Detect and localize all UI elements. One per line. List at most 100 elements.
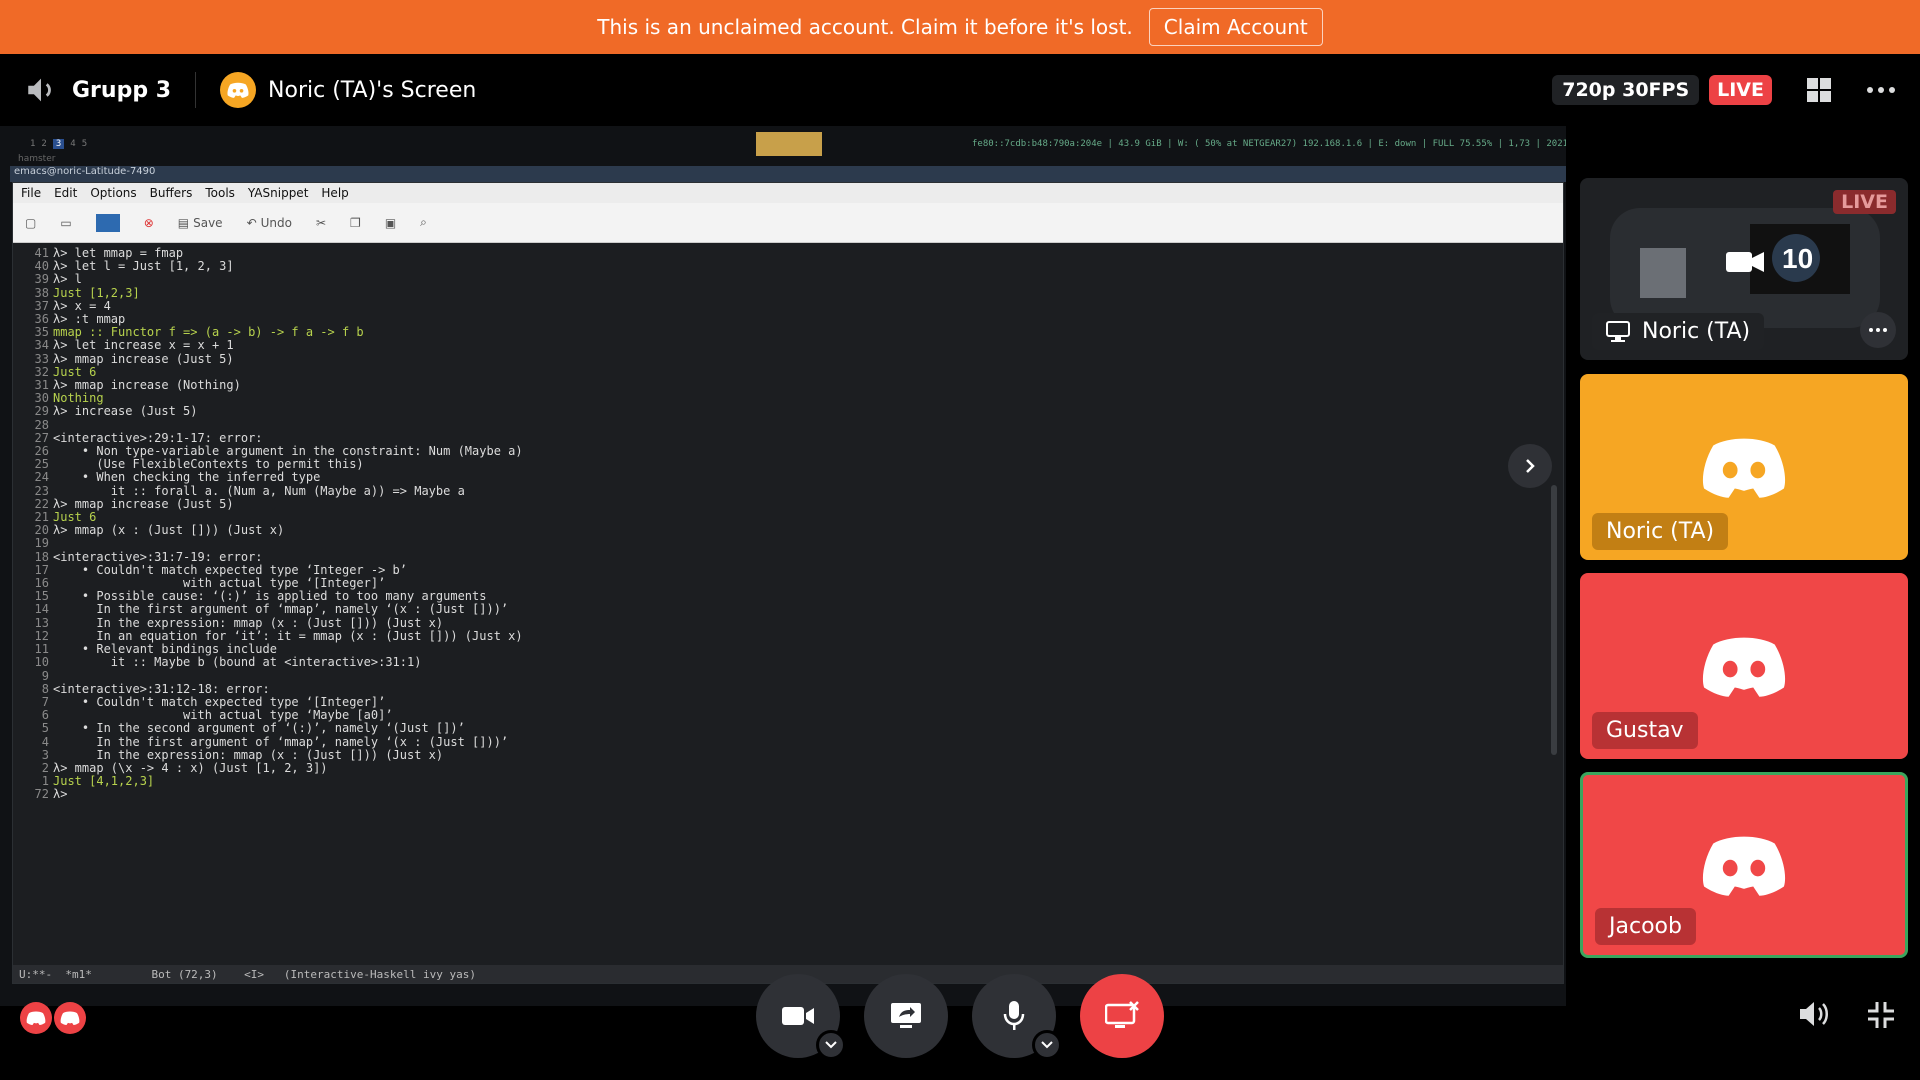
menu-options[interactable]: Options: [90, 186, 136, 200]
chevron-down-icon: [1041, 1041, 1053, 1049]
participant-name: Noric (TA): [1592, 513, 1729, 550]
undo-button[interactable]: ↶ Undo: [247, 216, 292, 230]
volume-icon[interactable]: [1798, 1000, 1830, 1028]
line-text: λ> let mmap = fmap: [53, 246, 184, 260]
line-text: • In the second argument of ‘(:)’, namel…: [53, 721, 465, 736]
code-line: 30 Nothing: [23, 392, 1553, 405]
workspace-5: 5: [81, 139, 88, 149]
search-icon[interactable]: ⌕: [420, 215, 427, 230]
haskell-repl-buffer[interactable]: 41 λ> let mmap = fmap 40 λ> let l = Just [1…: [13, 245, 1553, 965]
line-number: 9: [41, 668, 49, 683]
stream-preview-tile[interactable]: 10 LIVE Noric (TA): [1580, 178, 1908, 360]
live-badge: LIVE: [1709, 75, 1772, 105]
stream-tile-more-button[interactable]: [1860, 312, 1896, 348]
stop-screen-share-icon: [1105, 1001, 1139, 1028]
menu-file[interactable]: File: [21, 186, 41, 200]
new-file-icon[interactable]: ▢: [25, 216, 36, 230]
code-line: 31 λ> mmap increase (Nothing): [23, 378, 1553, 393]
workspace-2: 2: [41, 139, 47, 149]
screen-share-icon: [891, 1003, 921, 1028]
camera-button[interactable]: [756, 974, 846, 1060]
line-text: Nothing: [53, 391, 104, 406]
workspace-3: 3: [52, 139, 65, 149]
microphone-options-button[interactable]: [1032, 1030, 1062, 1060]
line-text: λ> increase (Just 5): [53, 404, 198, 419]
viewer-avatar: [20, 1002, 52, 1034]
camera-options-button[interactable]: [816, 1030, 846, 1060]
more-options-icon: [1869, 328, 1887, 332]
line-text: with actual type ‘Maybe [a0]’: [53, 708, 393, 723]
paste-icon[interactable]: ▣: [385, 216, 396, 230]
line-number: 23: [34, 483, 49, 498]
line-text: In the first argument of ‘mmap’, namely …: [53, 602, 509, 617]
viewer-avatar: [54, 1002, 86, 1034]
banner-text: This is an unclaimed account. Claim it b…: [597, 15, 1133, 39]
line-number: 18: [34, 549, 49, 564]
grid-layout-icon[interactable]: [1806, 77, 1832, 103]
menu-help[interactable]: Help: [321, 186, 348, 200]
share-screen-button[interactable]: [864, 974, 948, 1058]
view-controls: [1798, 1000, 1896, 1030]
emacs-toolbar: ▢ ▭ ⊗ ▤ Save ↶ Undo ✂ ❐ ▣ ⌕: [13, 203, 1563, 243]
code-line: 38 Just [1,2,3]: [23, 285, 1553, 300]
code-line: 32 Just 6: [23, 364, 1553, 379]
line-text: λ>: [53, 787, 68, 802]
participant-tile-jacoob[interactable]: Jacoob: [1580, 772, 1908, 958]
undo-icon: ↶: [246, 215, 257, 230]
menu-edit[interactable]: Edit: [54, 186, 77, 200]
window-title: emacs@noric-Latitude-7490: [10, 166, 1566, 182]
save-button[interactable]: ▤ Save: [178, 216, 223, 230]
stream-quality-badge: 720p 30FPS: [1552, 75, 1700, 105]
emacs-menubar: File Edit Options Buffers Tools YASnippe…: [13, 183, 1563, 203]
microphone-icon: [1003, 1001, 1025, 1030]
line-number: 19: [34, 536, 49, 551]
code-line: 23 it :: forall a. (Num a, Num (Maybe a)…: [23, 483, 1553, 498]
code-line: 39 λ> l: [23, 273, 1553, 286]
line-text: Just 6: [53, 510, 97, 525]
line-text: λ> x = 4: [53, 298, 111, 313]
participant-tile-noric[interactable]: Noric (TA): [1580, 374, 1908, 560]
code-line: 20 λ> mmap (x : (Just [])) (Just x): [23, 524, 1553, 537]
buffer-scrollbar[interactable]: [1551, 485, 1557, 755]
discord-avatar-icon: [1702, 438, 1786, 498]
line-text: (Use FlexibleContexts to permit this): [53, 457, 364, 472]
discord-logo-icon: [26, 1011, 46, 1025]
line-text: Just [4,1,2,3]: [53, 774, 155, 789]
unclaimed-account-banner: This is an unclaimed account. Claim it b…: [0, 0, 1920, 54]
viewer-avatars: [20, 1002, 86, 1034]
line-text: • Possible cause: ‘(:)’ is applied to to…: [53, 589, 487, 604]
monitor-icon: [1606, 320, 1630, 342]
dired-icon[interactable]: [95, 213, 120, 232]
line-number: 13: [34, 615, 49, 630]
stop-streaming-button[interactable]: [1080, 974, 1164, 1058]
line-text: • Couldn't match expected type ‘Integer …: [53, 562, 408, 577]
cut-icon[interactable]: ✂: [316, 216, 326, 230]
line-text: • Non type-variable argument in the cons…: [53, 444, 523, 459]
next-stream-button[interactable]: [1508, 444, 1552, 488]
save-icon: ▤: [177, 215, 190, 230]
more-options-icon[interactable]: [1866, 86, 1896, 94]
menu-yasnippet[interactable]: YASnippet: [248, 186, 309, 200]
channel-name: Grupp 3: [72, 77, 172, 103]
line-text: λ> l: [53, 272, 82, 287]
line-number: 38: [34, 285, 49, 300]
emacs-window: File Edit Options Buffers Tools YASnippe…: [12, 182, 1564, 984]
line-text: λ> :t mmap: [53, 312, 126, 327]
participant-tile-gustav[interactable]: Gustav: [1580, 573, 1908, 759]
menu-tools[interactable]: Tools: [205, 186, 235, 200]
code-line: 29 λ> increase (Just 5): [23, 405, 1553, 418]
participant-name: Gustav: [1592, 712, 1698, 749]
workspace-4: 4: [70, 139, 76, 149]
line-text: λ> mmap increase (Nothing): [53, 378, 241, 393]
microphone-button[interactable]: [972, 974, 1062, 1060]
menu-buffers[interactable]: Buffers: [150, 186, 193, 200]
code-line: 40 λ> let l = Just [1, 2, 3]: [23, 260, 1553, 273]
claim-account-button[interactable]: Claim Account: [1148, 8, 1323, 46]
copy-icon[interactable]: ❐: [350, 216, 361, 230]
exit-fullscreen-icon[interactable]: [1866, 1000, 1896, 1030]
open-folder-icon[interactable]: ▭: [60, 216, 71, 230]
line-text: λ> mmap (\x -> 4 : x) (Just [1, 2, 3]): [53, 760, 328, 775]
close-buffer-icon[interactable]: ⊗: [144, 216, 154, 230]
line-text: Just 6: [53, 364, 97, 379]
line-number: 8: [41, 681, 49, 696]
